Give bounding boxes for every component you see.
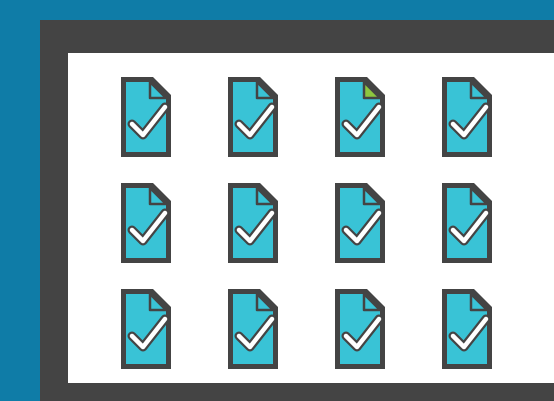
- document-check-icon[interactable]: [228, 77, 278, 157]
- window-frame: [40, 20, 554, 401]
- document-check-icon[interactable]: [442, 289, 492, 369]
- document-check-icon[interactable]: [228, 183, 278, 263]
- document-check-icon[interactable]: [442, 183, 492, 263]
- document-check-icon[interactable]: [335, 289, 385, 369]
- document-check-icon[interactable]: [121, 77, 171, 157]
- document-check-icon[interactable]: [121, 289, 171, 369]
- document-check-icon[interactable]: [442, 77, 492, 157]
- document-check-icon[interactable]: [335, 183, 385, 263]
- document-grid: [121, 77, 492, 369]
- document-check-icon[interactable]: [335, 77, 385, 157]
- document-check-icon[interactable]: [228, 289, 278, 369]
- content-panel: [68, 53, 554, 383]
- document-check-icon[interactable]: [121, 183, 171, 263]
